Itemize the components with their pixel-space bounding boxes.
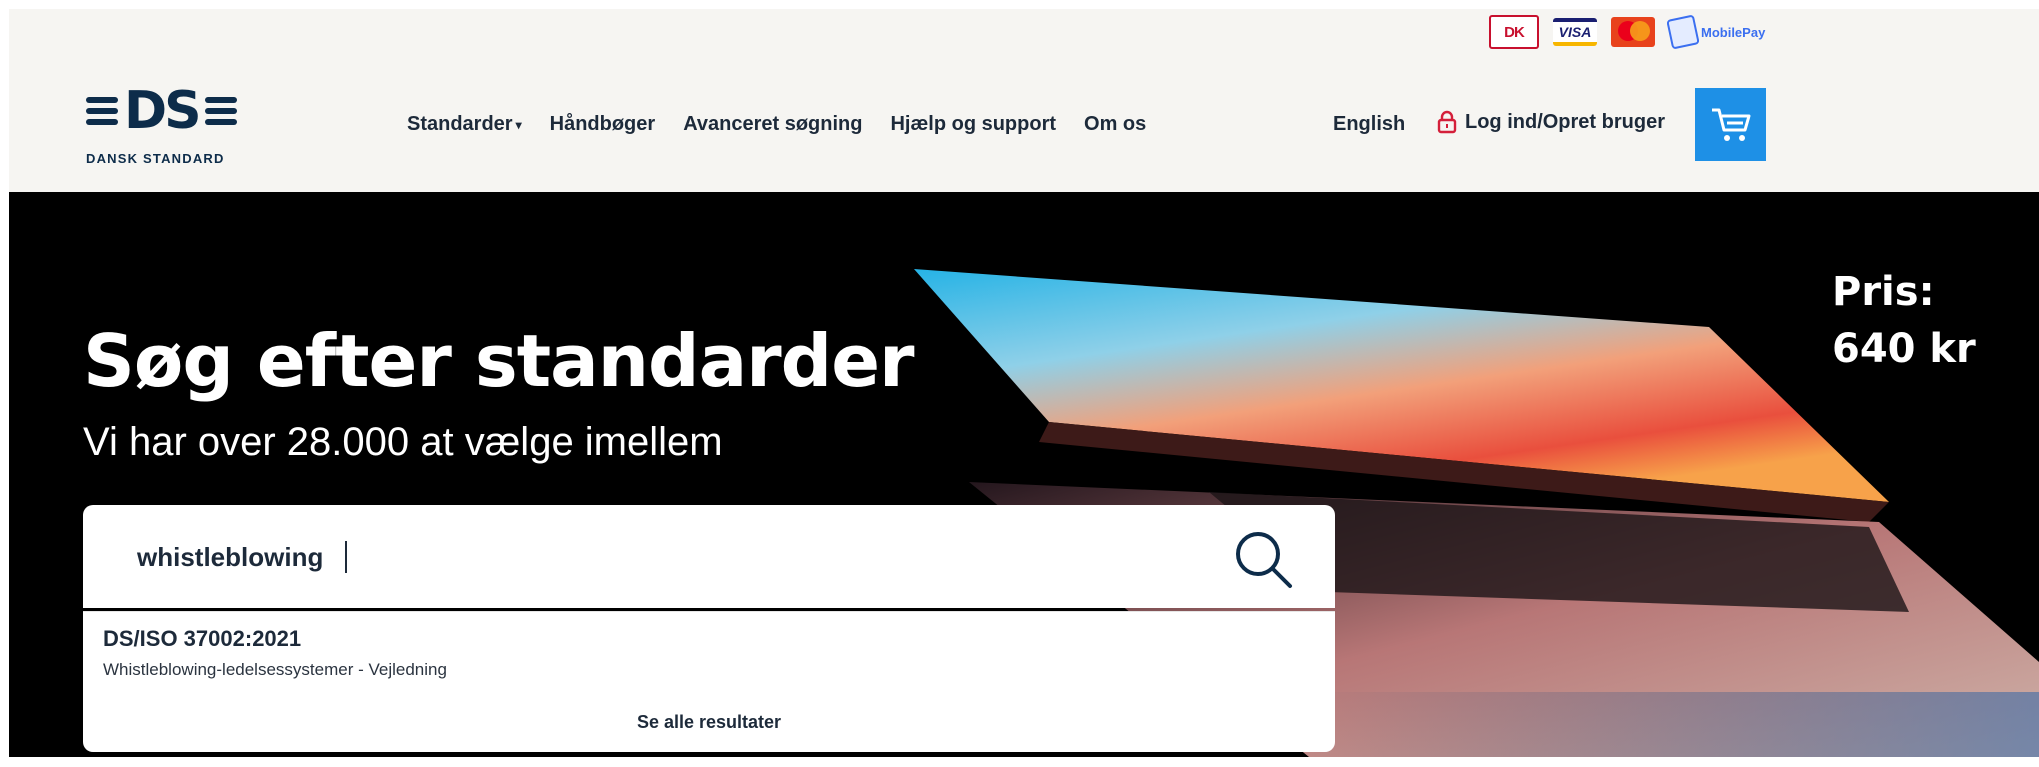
mastercard-logo [1611, 17, 1655, 47]
lock-icon [1437, 110, 1457, 134]
text-cursor [345, 541, 347, 573]
suggestion-item[interactable]: DS/ISO 37002:2021 Whistleblowing-ledelse… [103, 626, 447, 680]
suggestion-title: Whistleblowing-ledelsessystemer - Vejled… [103, 660, 447, 679]
site-header: DK VISA MobilePay DS DANSK STANDARD Stan… [9, 9, 2039, 192]
mobilepay-logo: MobilePay [1666, 14, 1765, 50]
logo-text: DANSK STANDARD [86, 151, 225, 166]
main-nav: Standarder ▾ Håndbøger Avanceret søgning… [407, 113, 1146, 136]
search-icon[interactable] [1231, 527, 1295, 591]
nav-hjaelp-og-support[interactable]: Hjælp og support [890, 113, 1056, 136]
nav-standarder[interactable]: Standarder ▾ [407, 113, 522, 136]
nav-avanceret-soegning[interactable]: Avanceret søgning [683, 113, 862, 136]
cart-icon [1711, 108, 1750, 141]
caret-down-icon: ▾ [515, 117, 522, 132]
price-value: 640 kr [1832, 326, 1976, 372]
hero-subtitle: Vi har over 28.000 at vælge imellem [83, 420, 723, 464]
search-input[interactable] [135, 533, 1219, 581]
see-all-results-link[interactable]: Se alle resultater [83, 712, 1335, 733]
hero-banner: Søg efter standarder Vi har over 28.000 … [9, 192, 2039, 757]
price-overlay: Pris: 640 kr [1832, 264, 1976, 378]
payment-methods: DK VISA MobilePay [1489, 14, 1765, 50]
mobilepay-icon [1666, 14, 1700, 50]
dansk-standard-logo[interactable]: DS DANSK STANDARD [86, 85, 256, 181]
page-frame: DK VISA MobilePay DS DANSK STANDARD Stan… [9, 9, 2039, 757]
logo-mark: DS [86, 85, 256, 137]
nav-standarder-label: Standarder [407, 113, 513, 135]
logo-waves-right [204, 97, 237, 125]
search-suggestions: DS/ISO 37002:2021 Whistleblowing-ledelse… [83, 611, 1335, 752]
dankort-logo: DK [1489, 15, 1539, 49]
logo-ds: DS [124, 81, 202, 141]
nav-om-os[interactable]: Om os [1084, 113, 1146, 136]
hero-title: Søg efter standarder [83, 319, 915, 403]
suggestion-code: DS/ISO 37002:2021 [103, 626, 302, 651]
visa-logo: VISA [1553, 18, 1597, 46]
search-box [83, 505, 1335, 608]
price-label: Pris: [1832, 269, 1935, 315]
language-switch[interactable]: English [1333, 113, 1405, 136]
logo-waves-left [86, 97, 118, 125]
login-link[interactable]: Log ind/Opret bruger [1437, 110, 1665, 134]
login-label: Log ind/Opret bruger [1465, 110, 1665, 133]
nav-haandboeger[interactable]: Håndbøger [550, 113, 656, 136]
cart-button[interactable] [1695, 88, 1766, 161]
